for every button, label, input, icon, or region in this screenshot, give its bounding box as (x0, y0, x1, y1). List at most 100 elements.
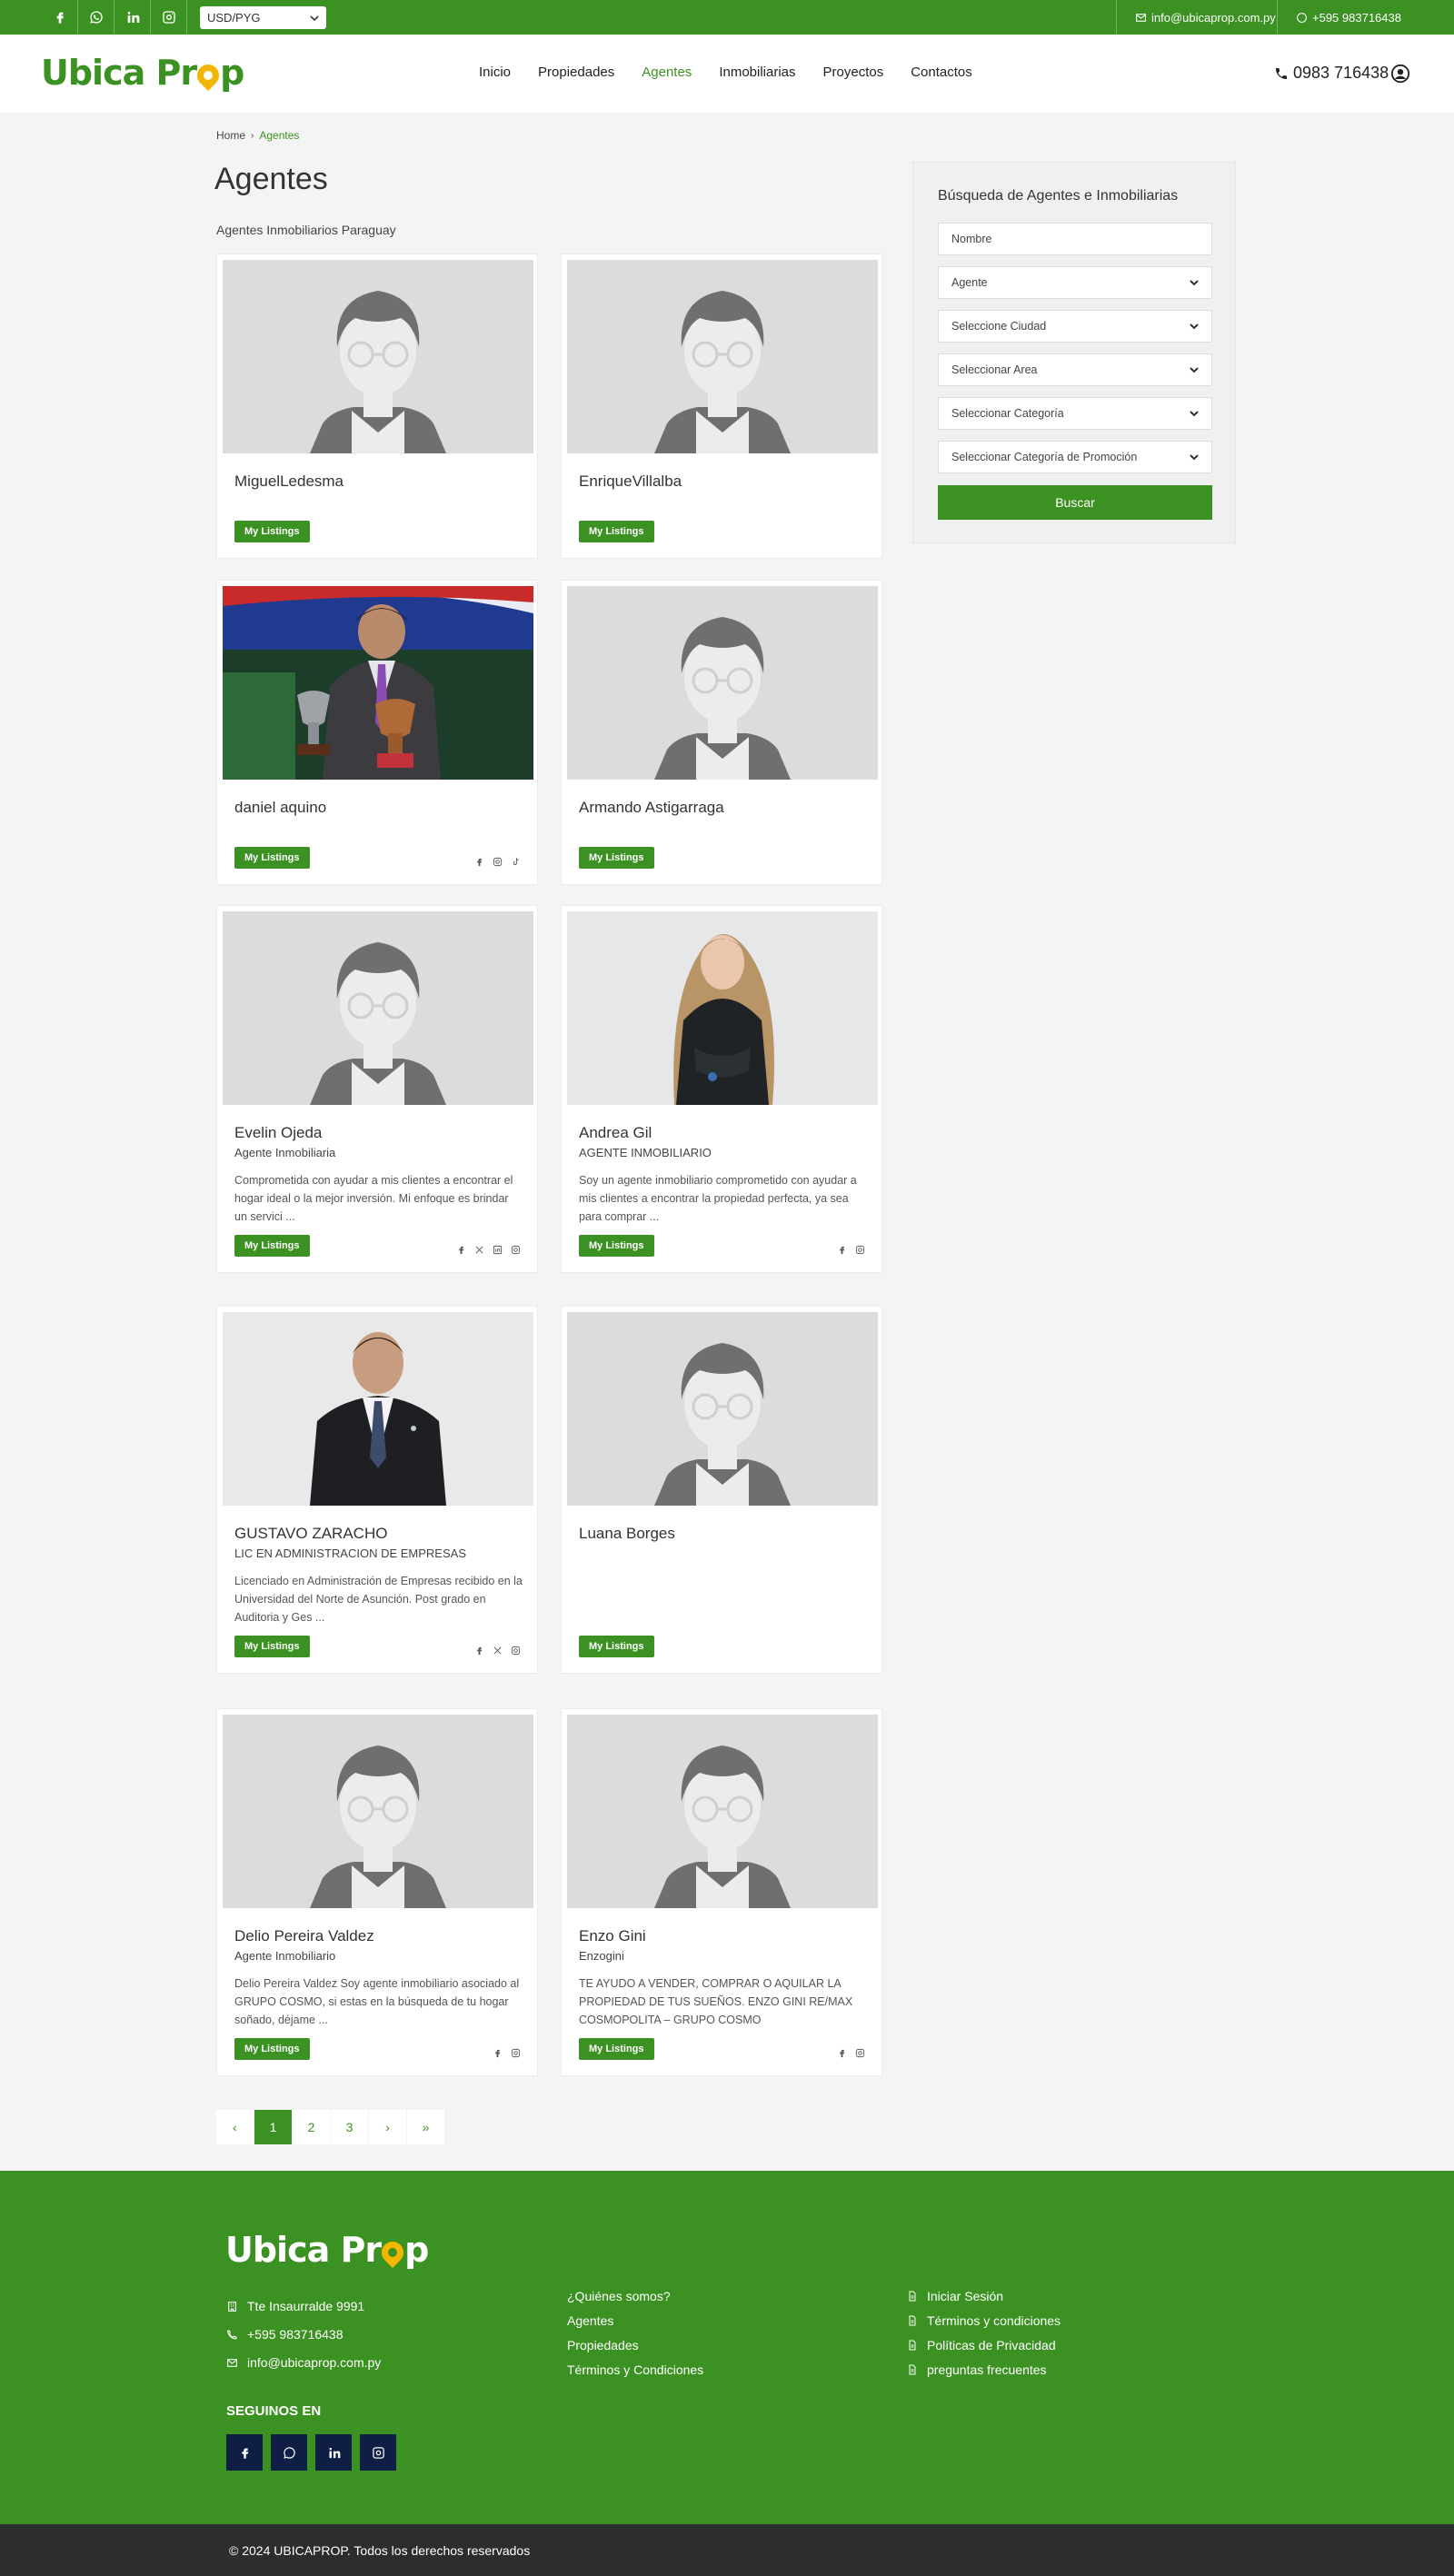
facebook-icon[interactable] (226, 2434, 263, 2471)
city-select[interactable]: Seleccione Ciudad (938, 310, 1212, 343)
instagram-icon[interactable] (855, 2046, 865, 2058)
agent-role: Agente Inmobiliario (234, 1949, 336, 1963)
tiktok-icon[interactable] (511, 855, 521, 865)
agent-name[interactable]: daniel aquino (234, 799, 326, 817)
agent-photo[interactable] (567, 911, 878, 1105)
footer-logo[interactable]: Ubica Pr p (225, 2230, 429, 2270)
my-listings-button[interactable]: My Listings (234, 2038, 310, 2060)
footer-email[interactable]: info@ubicaprop.com.py (226, 2355, 381, 2370)
nav-inicio[interactable]: Inicio (479, 65, 511, 80)
agent-photo[interactable] (567, 1312, 878, 1506)
agent-name[interactable]: Delio Pereira Valdez (234, 1927, 374, 1945)
agent-name[interactable]: Andrea Gil (579, 1124, 652, 1142)
agent-photo[interactable] (223, 911, 533, 1105)
agent-type-select[interactable]: Agente (938, 266, 1212, 299)
my-listings-button[interactable]: My Listings (234, 1636, 310, 1657)
agent-name[interactable]: Luana Borges (579, 1525, 675, 1543)
x-icon[interactable] (493, 1644, 503, 1655)
currency-select[interactable]: USD/PYG (200, 6, 326, 29)
area-select[interactable]: Seleccionar Area (938, 353, 1212, 386)
my-listings-button[interactable]: My Listings (234, 521, 310, 542)
breadcrumb-home[interactable]: Home (216, 129, 245, 142)
instagram-icon[interactable] (511, 2046, 521, 2058)
pagination-page[interactable]: 1 (254, 2110, 292, 2144)
agent-name[interactable]: MiguelLedesma (234, 472, 344, 491)
promotion-category-select[interactable]: Seleccionar Categoría de Promoción (938, 441, 1212, 473)
agent-photo[interactable] (223, 586, 533, 780)
footer-link-properties[interactable]: Propiedades (567, 2338, 639, 2352)
x-icon[interactable] (474, 1243, 484, 1254)
agent-social-links (474, 855, 521, 867)
facebook-icon[interactable] (837, 2046, 847, 2058)
facebook-icon[interactable] (474, 855, 484, 867)
agent-photo[interactable] (223, 1312, 533, 1506)
footer-link-about[interactable]: ¿Quiénes somos? (567, 2289, 671, 2303)
pagination-next[interactable]: › (369, 2110, 406, 2144)
document-icon (909, 2315, 916, 2326)
agent-photo[interactable] (567, 586, 878, 780)
footer-link-faq[interactable]: preguntas frecuentes (907, 2362, 1047, 2377)
facebook-icon[interactable] (456, 1243, 466, 1255)
nav-propiedades[interactable]: Propiedades (538, 65, 614, 80)
footer-link-privacy[interactable]: Políticas de Privacidad (907, 2338, 1056, 2352)
agent-name[interactable]: GUSTAVO ZARACHO (234, 1525, 387, 1543)
user-account-icon[interactable] (1390, 64, 1410, 84)
topbar-phone[interactable]: +595 983716438 (1277, 0, 1419, 35)
footer-link-login[interactable]: Iniciar Sesión (907, 2289, 1003, 2303)
facebook-icon[interactable] (42, 0, 78, 35)
my-listings-button[interactable]: My Listings (234, 1235, 310, 1257)
my-listings-button[interactable]: My Listings (579, 521, 654, 542)
search-button[interactable]: Buscar (938, 485, 1212, 520)
pagination-prev[interactable]: ‹ (216, 2110, 254, 2144)
facebook-icon[interactable] (474, 1644, 484, 1656)
agent-name[interactable]: Armando Astigarraga (579, 799, 724, 817)
follow-heading: SEGUINOS EN (226, 2403, 322, 2419)
instagram-icon[interactable] (493, 855, 503, 867)
whatsapp-icon[interactable] (271, 2434, 307, 2471)
instagram-icon[interactable] (511, 1243, 521, 1255)
nav-inmobiliarias[interactable]: Inmobiliarias (719, 65, 795, 80)
site-logo[interactable]: Ubica Pr p (41, 53, 244, 93)
footer-link-agents[interactable]: Agentes (567, 2313, 613, 2328)
linkedin-icon[interactable] (493, 1243, 503, 1255)
instagram-icon[interactable] (360, 2434, 396, 2471)
my-listings-button[interactable]: My Listings (579, 847, 654, 869)
footer-link-conditions[interactable]: Términos y condiciones (907, 2313, 1061, 2328)
linkedin-icon[interactable] (315, 2434, 352, 2471)
instagram-icon[interactable] (151, 0, 187, 35)
nav-contactos[interactable]: Contactos (911, 65, 972, 80)
instagram-icon[interactable] (511, 1644, 521, 1656)
topbar-email[interactable]: info@ubicaprop.com.py (1116, 0, 1294, 35)
pagination-last[interactable]: » (407, 2110, 444, 2144)
pagination-page[interactable]: 3 (331, 2110, 368, 2144)
agent-photo[interactable] (223, 260, 533, 453)
my-listings-button[interactable]: My Listings (234, 847, 310, 869)
nav-agentes[interactable]: Agentes (642, 65, 692, 80)
my-listings-button[interactable]: My Listings (579, 1636, 654, 1657)
agent-bio: Soy un agente inmobiliario comprometido … (579, 1174, 857, 1223)
category-select[interactable]: Seleccionar Categoría (938, 397, 1212, 430)
agent-name[interactable]: Enzo Gini (579, 1927, 646, 1945)
agent-photo[interactable] (567, 260, 878, 453)
agent-name[interactable]: Evelin Ojeda (234, 1124, 322, 1142)
agent-photo[interactable] (567, 1715, 878, 1908)
my-listings-button[interactable]: My Listings (579, 1235, 654, 1257)
name-input[interactable]: Nombre (938, 223, 1212, 255)
envelope-icon (227, 2358, 237, 2367)
agent-photo[interactable] (223, 1715, 533, 1908)
nav-proyectos[interactable]: Proyectos (823, 65, 884, 80)
footer-phone[interactable]: +595 983716438 (226, 2327, 344, 2342)
linkedin-icon[interactable] (115, 0, 151, 35)
logo-text: Ubica Pr (41, 53, 197, 93)
my-listings-button[interactable]: My Listings (579, 2038, 654, 2060)
pagination-page[interactable]: 2 (293, 2110, 330, 2144)
whatsapp-icon[interactable] (78, 0, 115, 35)
facebook-icon[interactable] (837, 1243, 847, 1255)
instagram-icon[interactable] (855, 1243, 865, 1255)
footer-logo-text: Ubica Pr (225, 2230, 382, 2270)
facebook-icon[interactable] (493, 2046, 503, 2058)
agent-name[interactable]: EnriqueVillalba (579, 472, 682, 491)
header-phone[interactable]: 0983 716438 (1274, 64, 1389, 83)
agent-social-links (474, 1644, 521, 1656)
footer-link-terms[interactable]: Términos y Condiciones (567, 2362, 703, 2377)
